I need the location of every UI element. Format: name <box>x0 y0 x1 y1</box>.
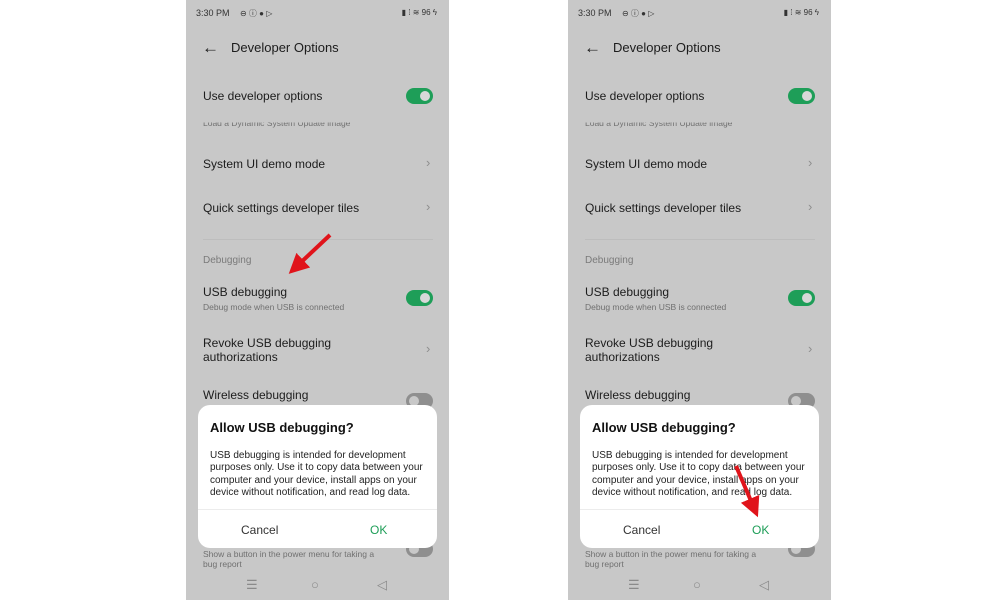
dynamic-system-update-partial: Load a Dynamic System Update image <box>585 118 733 129</box>
page-title: Developer Options <box>231 40 339 55</box>
revoke-usb-line1[interactable]: Revoke USB debugging <box>585 336 713 350</box>
phone-screen-right: 3:30 PM ⊖ ⓘ ● ▷ ▮ ⁞ ≋ 96 ϟ ← Developer O… <box>568 0 831 600</box>
allow-usb-debugging-dialog: Allow USB debugging? USB debugging is in… <box>198 405 437 548</box>
chevron-right-icon: › <box>426 341 431 356</box>
chevron-right-icon: › <box>808 155 813 170</box>
annotation-arrows <box>288 233 760 518</box>
chevron-right-icon: › <box>426 199 431 214</box>
chevron-right-icon: › <box>808 341 813 356</box>
usb-debugging-subtitle: Debug mode when USB is connected <box>203 302 345 312</box>
divider <box>585 239 815 240</box>
system-ui-demo-mode-item[interactable]: System UI demo mode <box>203 157 325 171</box>
wireless-debugging-label: Wireless debugging <box>203 388 309 402</box>
bug-report-subtitle: Show a button in the power menu for taki… <box>585 549 757 559</box>
recent-apps-icon[interactable]: ☰ <box>246 577 258 593</box>
revoke-usb-line2[interactable]: authorizations <box>585 350 660 364</box>
status-time: 3:30 PM <box>578 8 612 18</box>
back-arrow-icon[interactable]: ← <box>584 38 601 58</box>
notification-icons: ⊖ ⓘ ● ▷ <box>622 9 655 18</box>
bug-report-subtitle-2: bug report <box>585 559 624 569</box>
usb-debugging-label: USB debugging <box>585 285 670 299</box>
phone-screen-left: 3:30 PM ⊖ ⓘ ● ▷ ▮ ⁞ ≋ 96 ϟ ← Developer O… <box>186 0 449 600</box>
home-icon[interactable]: ○ <box>693 577 701 592</box>
back-nav-icon[interactable]: ◁ <box>377 577 387 593</box>
dynamic-system-update-partial: Load a Dynamic System Update image <box>203 118 351 129</box>
dialog-divider <box>580 509 819 510</box>
use-developer-options-label: Use developer options <box>585 89 705 103</box>
bug-report-subtitle: Show a button in the power menu for taki… <box>203 549 375 559</box>
chevron-right-icon: › <box>426 155 431 170</box>
cancel-button[interactable]: Cancel <box>241 523 278 537</box>
use-developer-options-toggle[interactable] <box>788 88 815 104</box>
status-time: 3:30 PM <box>196 8 230 18</box>
revoke-usb-line2[interactable]: authorizations <box>203 350 278 364</box>
quick-settings-tiles-item[interactable]: Quick settings developer tiles <box>585 201 741 215</box>
quick-settings-tiles-item[interactable]: Quick settings developer tiles <box>203 201 359 215</box>
use-developer-options-toggle[interactable] <box>406 88 433 104</box>
ok-button[interactable]: OK <box>370 523 387 537</box>
back-nav-icon[interactable]: ◁ <box>759 577 769 593</box>
revoke-usb-line1[interactable]: Revoke USB debugging <box>203 336 331 350</box>
section-debugging: Debugging <box>203 255 252 266</box>
usb-debugging-label: USB debugging <box>203 285 288 299</box>
use-developer-options-label: Use developer options <box>203 89 323 103</box>
usb-debugging-toggle[interactable] <box>788 290 815 306</box>
wireless-debugging-label: Wireless debugging <box>585 388 691 402</box>
back-arrow-icon[interactable]: ← <box>202 38 219 58</box>
status-icons: ▮ ⁞ ≋ 96 ϟ <box>783 8 819 17</box>
dialog-title: Allow USB debugging? <box>592 420 736 435</box>
allow-usb-debugging-dialog: Allow USB debugging? USB debugging is in… <box>580 405 819 548</box>
page-title: Developer Options <box>613 40 721 55</box>
dialog-divider <box>198 509 437 510</box>
dialog-body: USB debugging is intended for developmen… <box>592 450 805 498</box>
chevron-right-icon: › <box>808 199 813 214</box>
notification-icons: ⊖ ⓘ ● ▷ <box>240 9 273 18</box>
recent-apps-icon[interactable]: ☰ <box>628 577 640 593</box>
usb-debugging-toggle[interactable] <box>406 290 433 306</box>
system-ui-demo-mode-item[interactable]: System UI demo mode <box>585 157 707 171</box>
ok-button[interactable]: OK <box>752 523 769 537</box>
status-icons: ▮ ⁞ ≋ 96 ϟ <box>401 8 437 17</box>
divider <box>203 239 433 240</box>
bug-report-subtitle-2: bug report <box>203 559 242 569</box>
dialog-body: USB debugging is intended for developmen… <box>210 450 423 498</box>
cancel-button[interactable]: Cancel <box>623 523 660 537</box>
dialog-title: Allow USB debugging? <box>210 420 354 435</box>
section-debugging: Debugging <box>585 255 634 266</box>
usb-debugging-subtitle: Debug mode when USB is connected <box>585 302 727 312</box>
home-icon[interactable]: ○ <box>311 577 319 592</box>
